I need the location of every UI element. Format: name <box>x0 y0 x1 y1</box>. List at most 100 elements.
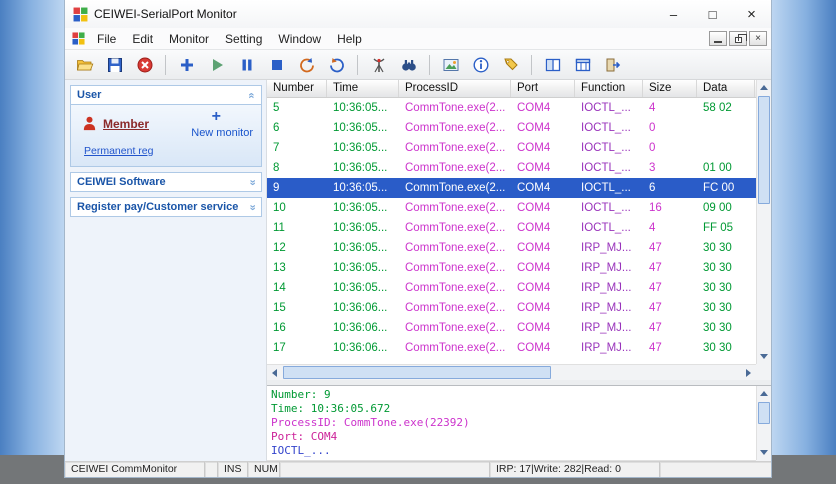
stop-monitor-button[interactable] <box>131 52 158 77</box>
table-row[interactable]: 12 10:36:05... CommTone.exe(2... COM4 IRP_MJ… <box>267 238 756 258</box>
cell-data: 01 00 <box>703 162 732 174</box>
cell-port: COM4 <box>517 242 551 254</box>
column-header-port[interactable]: Port <box>511 80 575 97</box>
cell-processid: CommTone.exe(2... <box>405 102 506 114</box>
status-spacer <box>205 462 218 477</box>
detail-line: Number: 9 <box>271 388 331 401</box>
cell-number: 5 <box>273 102 280 114</box>
chevron-up-icon[interactable]: » <box>245 92 257 98</box>
cell-number: 16 <box>273 322 286 334</box>
table-row[interactable]: 16 10:36:06... CommTone.exe(2... COM4 IRP_MJ… <box>267 318 756 338</box>
column-header-number[interactable]: Number <box>267 80 327 97</box>
exit-button[interactable] <box>599 52 626 77</box>
minimize-button[interactable]: – <box>654 0 693 28</box>
column-header-data[interactable]: Data <box>697 80 755 97</box>
undo-arrow-icon <box>299 57 314 72</box>
menu-file[interactable]: File <box>89 30 124 48</box>
chevron-down-icon[interactable]: » <box>246 204 258 210</box>
cell-number: 8 <box>273 162 280 174</box>
column-header-time[interactable]: Time <box>327 80 399 97</box>
table-horizontal-scrollbar[interactable] <box>267 364 756 380</box>
chevron-down-icon[interactable]: » <box>246 179 258 185</box>
close-button[interactable]: × <box>732 0 771 28</box>
sidebar-section-register[interactable]: Register pay/Customer service » <box>70 197 262 217</box>
cell-function: IOCTL_... <box>581 202 631 214</box>
detail-horizontal-scrollbar[interactable] <box>267 460 756 461</box>
scroll-down-arrow[interactable] <box>757 349 772 364</box>
pause-monitor-button[interactable] <box>233 52 260 77</box>
menu-window[interactable]: Window <box>270 30 329 48</box>
scroll-down-arrow[interactable] <box>757 445 772 460</box>
column-header-size[interactable]: Size <box>643 80 697 97</box>
scrollbar-thumb[interactable] <box>283 366 551 379</box>
start-monitor-button[interactable] <box>203 52 230 77</box>
column-header-processid[interactable]: ProcessID <box>399 80 511 97</box>
save-button[interactable] <box>101 52 128 77</box>
sidebar-section-software[interactable]: CEIWEI Software » <box>70 172 262 192</box>
table-row[interactable]: 11 10:36:05... CommTone.exe(2... COM4 IOCTL_… <box>267 218 756 238</box>
toolbar-separator <box>429 54 430 75</box>
table-row[interactable]: 10 10:36:05... CommTone.exe(2... COM4 IOCTL_… <box>267 198 756 218</box>
scroll-up-arrow[interactable] <box>757 80 772 95</box>
maximize-button[interactable]: □ <box>693 0 732 28</box>
cell-size: 47 <box>649 342 662 354</box>
split-view-button[interactable] <box>539 52 566 77</box>
table-row[interactable]: 7 10:36:05... CommTone.exe(2... COM4 IOCTL_.… <box>267 138 756 158</box>
tags-button[interactable] <box>497 52 524 77</box>
mdi-restore-button[interactable] <box>729 31 747 46</box>
cell-function: IOCTL_... <box>581 162 631 174</box>
cell-time: 10:36:05... <box>333 222 388 234</box>
table-row[interactable]: 6 10:36:05... CommTone.exe(2... COM4 IOCTL_.… <box>267 118 756 138</box>
app-window: CEIWEI-SerialPort Monitor – □ × File Edit… <box>64 0 772 478</box>
scroll-up-arrow[interactable] <box>757 386 772 401</box>
menu-edit[interactable]: Edit <box>124 30 161 48</box>
table-row[interactable]: 9 10:36:05... CommTone.exe(2... COM4 IOCTL_.… <box>267 178 756 198</box>
mdi-minimize-icon <box>714 41 722 43</box>
sidebar: User » Member + New monitor Permanent re… <box>65 80 267 461</box>
column-view-button[interactable] <box>569 52 596 77</box>
cell-processid: CommTone.exe(2... <box>405 322 506 334</box>
new-monitor-plus-icon[interactable]: + <box>212 108 221 126</box>
column-header-function[interactable]: Function <box>575 80 643 97</box>
table-row[interactable]: 8 10:36:05... CommTone.exe(2... COM4 IOCTL_.… <box>267 158 756 178</box>
scroll-left-arrow[interactable] <box>267 365 282 380</box>
title-bar[interactable]: CEIWEI-SerialPort Monitor – □ × <box>65 0 771 28</box>
status-spacer <box>280 462 490 477</box>
find-button[interactable] <box>395 52 422 77</box>
mdi-minimize-button[interactable] <box>709 31 727 46</box>
table-row[interactable]: 15 10:36:06... CommTone.exe(2... COM4 IRP_MJ… <box>267 298 756 318</box>
cell-data: 30 30 <box>703 322 732 334</box>
add-monitor-button[interactable] <box>173 52 200 77</box>
stop-capture-button[interactable] <box>263 52 290 77</box>
mdi-close-button[interactable]: × <box>749 31 767 46</box>
table-vertical-scrollbar[interactable] <box>756 80 771 364</box>
redo-button[interactable] <box>323 52 350 77</box>
info-button[interactable] <box>467 52 494 77</box>
detail-line: IOCTL_... <box>271 444 331 457</box>
detail-vertical-scrollbar[interactable] <box>756 386 771 460</box>
scrollbar-thumb[interactable] <box>758 96 770 204</box>
cell-time: 10:36:06... <box>333 342 388 354</box>
scrollbar-thumb[interactable] <box>758 402 770 424</box>
permanent-reg-link[interactable]: Permanent reg <box>84 145 153 157</box>
sidebar-section-user[interactable]: User » <box>70 85 262 105</box>
scroll-right-arrow[interactable] <box>741 365 756 380</box>
exit-icon <box>606 58 620 71</box>
cell-port: COM4 <box>517 202 551 214</box>
cell-data: 58 02 <box>703 102 732 114</box>
open-file-button[interactable] <box>71 52 98 77</box>
cell-size: 0 <box>649 142 656 154</box>
menu-setting[interactable]: Setting <box>217 30 270 48</box>
new-monitor-link[interactable]: New monitor <box>191 127 253 139</box>
antenna-button[interactable] <box>365 52 392 77</box>
member-link[interactable]: Member <box>103 117 149 131</box>
table-row[interactable]: 17 10:36:06... CommTone.exe(2... COM4 IRP_MJ… <box>267 338 756 358</box>
detail-line: Time: 10:36:05.672 <box>271 402 391 415</box>
menu-monitor[interactable]: Monitor <box>161 30 217 48</box>
table-row[interactable]: 13 10:36:05... CommTone.exe(2... COM4 IRP_MJ… <box>267 258 756 278</box>
snapshot-button[interactable] <box>437 52 464 77</box>
undo-button[interactable] <box>293 52 320 77</box>
table-row[interactable]: 14 10:36:05... CommTone.exe(2... COM4 IRP_MJ… <box>267 278 756 298</box>
table-row[interactable]: 5 10:36:05... CommTone.exe(2... COM4 IOCTL_.… <box>267 98 756 118</box>
menu-help[interactable]: Help <box>329 30 370 48</box>
